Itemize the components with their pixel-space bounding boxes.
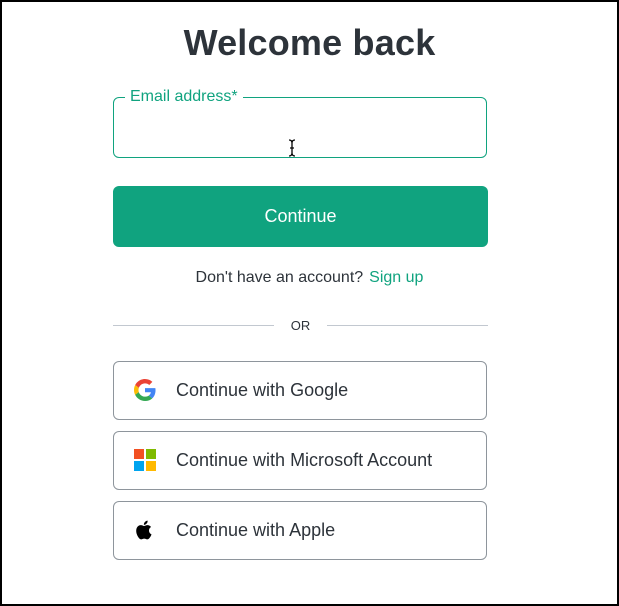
continue-button[interactable]: Continue <box>113 186 488 247</box>
apple-button-label: Continue with Apple <box>176 520 336 540</box>
email-input[interactable] <box>128 116 472 144</box>
microsoft-button-label: Continue with Microsoft Account <box>176 450 433 470</box>
email-field-label: Email address* <box>125 88 243 106</box>
google-icon <box>134 379 156 401</box>
divider-right <box>327 325 488 326</box>
signup-link[interactable]: Sign up <box>369 269 423 286</box>
page-title: Welcome back <box>183 22 436 63</box>
apple-icon <box>136 520 152 540</box>
microsoft-icon <box>134 449 156 471</box>
google-button-label: Continue with Google <box>176 380 349 400</box>
signup-row: Don't have an account? Sign up <box>2 269 617 287</box>
login-window: Welcome back Email address* Continue Don… <box>0 0 619 606</box>
divider-left <box>113 325 274 326</box>
signup-prompt: Don't have an account? <box>195 269 364 286</box>
divider-or-text: OR <box>290 318 311 333</box>
continue-with-microsoft-button[interactable]: Continue with Microsoft Account <box>113 431 487 490</box>
continue-with-google-button[interactable]: Continue with Google <box>113 361 487 420</box>
text-cursor-icon <box>288 139 296 157</box>
continue-with-apple-button[interactable]: Continue with Apple <box>113 501 487 560</box>
email-field[interactable]: Email address* <box>113 88 487 158</box>
